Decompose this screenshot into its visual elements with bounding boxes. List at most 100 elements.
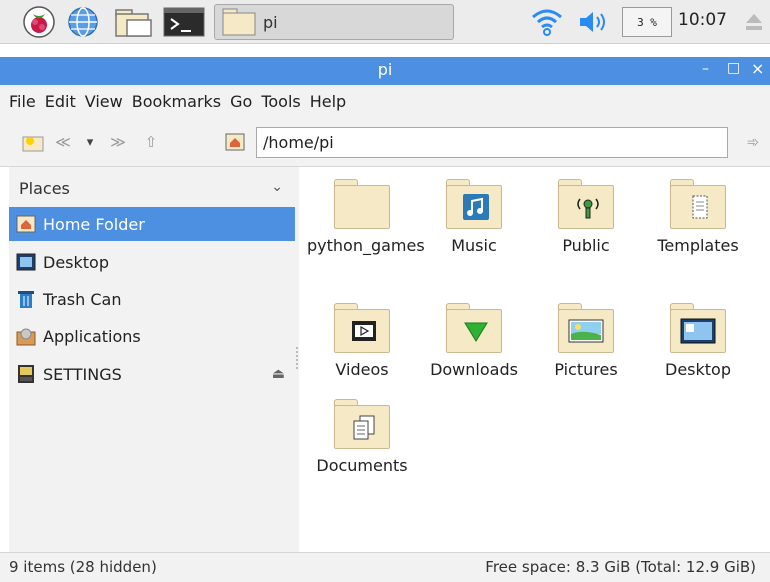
file-item-label: python_games	[307, 236, 425, 255]
sidebar-item-trash-can[interactable]: Trash Can	[9, 282, 295, 316]
location-input[interactable]: /home/pi	[256, 127, 728, 158]
file-item-python-games[interactable]: python_games	[307, 175, 425, 256]
up-button[interactable]: ⇧	[140, 131, 162, 153]
desktop-icon	[15, 251, 37, 273]
free-space: Free space: 8.3 GiB (Total: 12.9 GiB)	[485, 558, 756, 576]
menu-tools[interactable]: Tools	[261, 92, 300, 111]
cpu-monitor[interactable]: 3 %	[622, 7, 672, 37]
file-item-documents[interactable]: Documents	[307, 395, 417, 476]
taskbar-window-label: pi	[263, 12, 278, 32]
maximize-button[interactable]: □	[727, 60, 740, 76]
sidebar-item-label: Desktop	[43, 252, 109, 272]
web-browser-button[interactable]	[66, 6, 100, 38]
volume-button[interactable]	[576, 6, 612, 38]
file-item-videos[interactable]: Videos	[307, 299, 417, 380]
menubar: File Edit View Bookmarks Go Tools Help	[0, 85, 770, 117]
file-item-label: Templates	[657, 236, 739, 255]
file-item-label: Pictures	[554, 360, 618, 379]
public-folder-icon	[556, 175, 616, 231]
file-view: python_games Music Public Templates Vide…	[299, 167, 770, 552]
statusbar: 9 items (28 hidden) Free space: 8.3 GiB …	[0, 552, 770, 582]
folder-icon	[115, 9, 152, 37]
videos-folder-icon	[332, 299, 392, 355]
forward-button[interactable]: ≫	[107, 131, 129, 153]
trash-icon	[15, 288, 37, 310]
templates-folder-icon	[668, 175, 728, 231]
back-arrow-icon: ≪	[55, 133, 71, 151]
new-tab-button[interactable]	[22, 131, 44, 153]
chevron-down-icon[interactable]: ⌄	[271, 179, 283, 195]
places-header[interactable]: Places ⌄	[9, 173, 295, 203]
window-title: pi	[377, 60, 393, 79]
sidebar-item-label: Applications	[43, 326, 141, 346]
file-item-label: Public	[562, 236, 610, 255]
menu-file[interactable]: File	[9, 92, 36, 111]
back-button[interactable]: ≪	[52, 131, 74, 153]
raspberry-icon	[23, 6, 55, 38]
home-button[interactable]	[224, 131, 246, 153]
menu-bookmarks[interactable]: Bookmarks	[132, 92, 221, 111]
go-button[interactable]: ➾	[742, 131, 764, 153]
file-item-label: Downloads	[430, 360, 518, 379]
eject-icon	[746, 14, 762, 30]
taskbar-window-item[interactable]: pi	[214, 4, 454, 40]
file-item-music[interactable]: Music	[419, 175, 529, 256]
desktop-folder-icon	[668, 299, 728, 355]
music-folder-icon	[444, 175, 504, 231]
pictures-folder-icon	[556, 299, 616, 355]
menu-help[interactable]: Help	[310, 92, 346, 111]
home-icon	[15, 213, 37, 235]
eject-button[interactable]	[744, 6, 764, 38]
downloads-folder-icon	[444, 299, 504, 355]
splitter-grip	[296, 347, 298, 369]
minimize-button[interactable]: –	[702, 61, 709, 77]
toolbar: ≪ ▾ ≫ ⇧ /home/pi ➾	[0, 117, 770, 167]
item-count: 9 items (28 hidden)	[9, 558, 157, 576]
taskbar: pi 3 % 10:07	[0, 0, 770, 44]
sidebar-item-applications[interactable]: Applications	[9, 319, 295, 353]
close-button[interactable]: ×	[751, 59, 764, 78]
wifi-icon	[532, 9, 562, 36]
file-manager-button[interactable]	[113, 6, 153, 38]
drive-icon	[15, 363, 37, 385]
menu-edit[interactable]: Edit	[45, 92, 76, 111]
file-item-label: Music	[451, 236, 497, 255]
sidebar-item-label: Trash Can	[43, 289, 122, 309]
globe-icon	[68, 7, 98, 37]
file-item-label: Desktop	[665, 360, 731, 379]
new-folder-icon	[22, 136, 44, 152]
file-item-label: Documents	[316, 456, 408, 475]
file-item-downloads[interactable]: Downloads	[419, 299, 529, 380]
terminal-icon	[163, 7, 205, 37]
file-item-label: Videos	[335, 360, 389, 379]
up-arrow-icon: ⇧	[144, 133, 158, 151]
chevron-down-icon: ▾	[86, 134, 94, 150]
menu-view[interactable]: View	[85, 92, 123, 111]
terminal-button[interactable]	[163, 6, 205, 38]
window-titlebar[interactable]: pi – □ ×	[0, 57, 770, 85]
sidebar-item-label: Home Folder	[43, 214, 145, 234]
speaker-icon	[580, 12, 605, 32]
file-item-templates[interactable]: Templates	[643, 175, 753, 256]
sidebar-item-desktop[interactable]: Desktop	[9, 245, 295, 279]
sidebar-item-settings[interactable]: SETTINGS ⏏	[9, 357, 295, 391]
raspberry-menu-button[interactable]	[22, 6, 56, 38]
file-item-public[interactable]: Public	[531, 175, 641, 256]
go-arrow-icon: ➾	[746, 133, 760, 151]
places-sidebar: Places ⌄ Home Folder Desktop Trash Can A…	[9, 167, 295, 552]
eject-icon[interactable]: ⏏	[272, 366, 285, 382]
sidebar-item-home-folder[interactable]: Home Folder	[9, 207, 295, 241]
wifi-button[interactable]	[530, 6, 564, 38]
folder-icon	[222, 8, 256, 36]
documents-folder-icon	[332, 395, 392, 451]
forward-arrow-icon: ≫	[110, 133, 126, 151]
sidebar-item-label: SETTINGS	[43, 364, 122, 384]
file-item-desktop[interactable]: Desktop	[643, 299, 753, 380]
history-dropdown-button[interactable]: ▾	[79, 131, 101, 153]
folder-icon	[332, 175, 392, 231]
file-item-pictures[interactable]: Pictures	[531, 299, 641, 380]
menu-go[interactable]: Go	[230, 92, 252, 111]
home-icon	[225, 133, 245, 151]
places-header-label: Places	[19, 178, 70, 198]
clock[interactable]: 10:07	[678, 10, 727, 30]
